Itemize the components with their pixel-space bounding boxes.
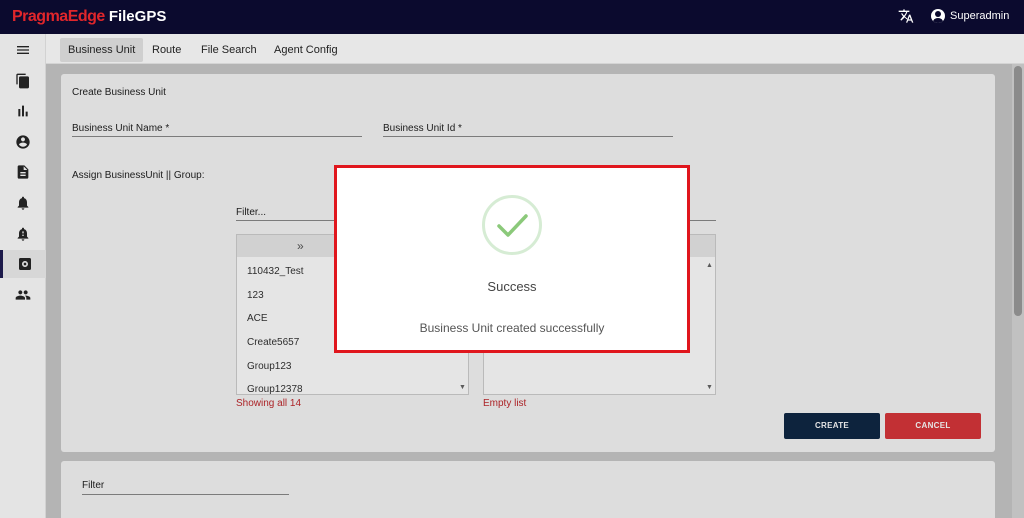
document-icon[interactable]: [0, 158, 46, 186]
sidebar: [0, 34, 46, 518]
files-icon[interactable]: [0, 67, 46, 95]
brand-name: PragmaEdge: [12, 8, 105, 25]
check-icon: [497, 214, 528, 237]
alert-icon[interactable]: [0, 220, 46, 248]
success-dialog: Success Business Unit created successful…: [334, 165, 690, 353]
tab-bar: Business Unit Route File Search Agent Co…: [46, 34, 1024, 64]
translate-icon[interactable]: [897, 8, 915, 26]
brand-logo[interactable]: PragmaEdge FileGPS: [12, 8, 166, 26]
app-header: PragmaEdge FileGPS Superadmin: [0, 0, 1024, 34]
tab-route[interactable]: Route: [144, 38, 189, 62]
menu-icon[interactable]: [0, 36, 46, 64]
tab-business-unit[interactable]: Business Unit: [60, 38, 144, 62]
dialog-message: Business Unit created successfully: [419, 321, 605, 335]
dialog-title: Success: [487, 279, 537, 294]
user-name: Superadmin: [950, 10, 1010, 22]
product-name: FileGPS: [108, 8, 167, 25]
tab-agent-config[interactable]: Agent Config: [266, 38, 346, 62]
notification-icon[interactable]: [0, 189, 46, 217]
account-circle-icon: [931, 9, 945, 23]
tab-file-search[interactable]: File Search: [193, 38, 265, 62]
user-menu[interactable]: Superadmin: [931, 9, 1009, 23]
account-icon[interactable]: [0, 128, 46, 156]
bar-chart-icon[interactable]: [0, 97, 46, 125]
settings-icon[interactable]: [0, 250, 46, 278]
group-icon[interactable]: [0, 281, 46, 309]
success-circle: [482, 195, 542, 255]
